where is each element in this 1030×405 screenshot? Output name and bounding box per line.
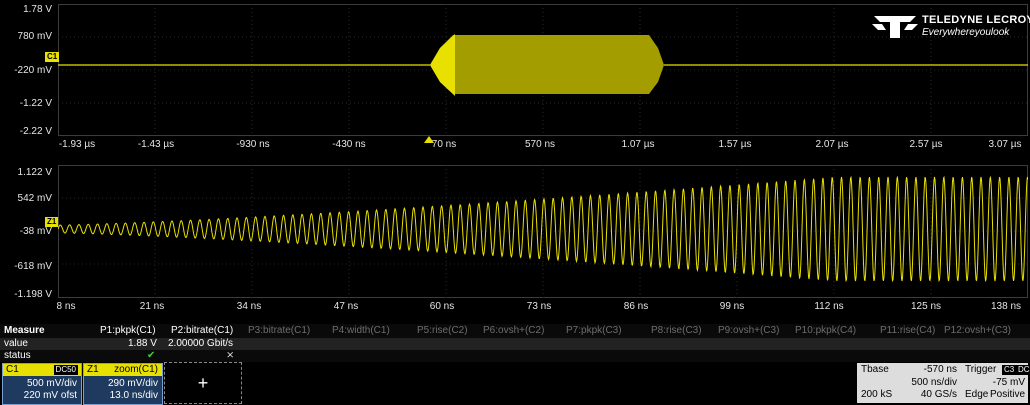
param-p7[interactable]: P7:pkpk(C3) (566, 325, 622, 337)
bottom-channel-tag[interactable]: Z1 (45, 217, 59, 227)
top-x-label: 3.07 µs (988, 139, 1022, 150)
bottom-y-label: 1.122 V (17, 167, 52, 178)
bottom-x-label: 34 ns (236, 301, 262, 312)
z1-vdiv: 290 mV/div (107, 378, 158, 389)
status-row-label: status (4, 350, 31, 361)
bottom-x-label: 112 ns (814, 301, 844, 312)
top-trace-zoom-region (430, 34, 455, 96)
trigger-slope: Positive (989, 389, 1025, 400)
bottom-x-label: 86 ns (623, 301, 649, 312)
top-x-label: 1.57 µs (718, 139, 752, 150)
top-x-label: -1.43 µs (137, 139, 175, 150)
top-x-label: 2.57 µs (909, 139, 943, 150)
z1-tdiv: 13.0 ns/div (109, 390, 158, 401)
top-x-label: 570 ns (524, 139, 556, 150)
param-p12[interactable]: P12:ovsh+(C3) (944, 325, 1011, 337)
c1-descriptor-header: C1 DC50 (3, 364, 81, 376)
param-p11[interactable]: P11:rise(C4) (880, 325, 935, 337)
param-p6[interactable]: P6:ovsh+(C2) (483, 325, 544, 337)
z1-title: zoom(C1) (114, 364, 158, 375)
p1-value: 1.88 V (128, 338, 157, 349)
z1-label: Z1 (87, 364, 99, 375)
timebase-trigger-descriptor[interactable]: Tbase -570 ns Trigger C3 DC 500 ns/div -… (857, 363, 1030, 403)
top-x-label: 2.07 µs (815, 139, 849, 150)
trigger-coupling-badge: DC (1016, 365, 1030, 375)
c1-offset: 220 mV ofst (23, 390, 77, 401)
tbase-value: -570 ns (923, 364, 957, 375)
p2-value: 2.00000 Gbit/s (168, 338, 234, 349)
sample-count: 200 kS (861, 389, 893, 400)
bottom-y-label: -1.198 V (14, 289, 52, 300)
trigger-level: -75 mV (992, 377, 1025, 388)
c1-label: C1 (6, 364, 19, 375)
bottom-x-label: 8 ns (56, 301, 76, 312)
p1-status-check-icon: ✔ (147, 350, 156, 361)
logo-name: TELEDYNE LECROY (922, 14, 1030, 26)
top-y-label: 1.78 V (23, 4, 52, 15)
bottom-grid (58, 165, 1028, 298)
c1-coupling-badge: DC50 (53, 365, 78, 375)
sample-rate: 40 GS/s (920, 389, 957, 400)
measure-header-row: Measure P1:pkpk(C1) P2:bitrate(C1) P3:bi… (0, 325, 1030, 337)
logo-tagline: Everywhereyoulook (922, 27, 1010, 38)
c1-descriptor[interactable]: C1 DC50 500 mV/div 220 mV ofst (2, 363, 82, 405)
param-p1[interactable]: P1:pkpk(C1) (100, 325, 156, 337)
bottom-x-label: 138 ns (990, 301, 1022, 312)
measure-status-row: status ✔ ⨯ (0, 350, 1030, 362)
bottom-x-label: 125 ns (910, 301, 942, 312)
param-p9[interactable]: P9:ovsh+(C3) (718, 325, 779, 337)
teledyne-lecroy-logo: TELEDYNE LECROY Everywhereyoulook (872, 12, 1030, 42)
param-p2[interactable]: P2:bitrate(C1) (171, 325, 233, 337)
bottom-x-label: 47 ns (333, 301, 359, 312)
top-x-label: -1.93 µs (58, 139, 96, 150)
top-y-label: 780 mV (17, 31, 52, 42)
z1-descriptor-header: Z1 zoom(C1) (84, 364, 162, 376)
top-x-label: 70 ns (431, 139, 457, 150)
top-y-label: -2.22 V (19, 126, 52, 137)
tbase-label: Tbase (861, 364, 889, 375)
trigger-label: Trigger (965, 364, 997, 375)
param-p3[interactable]: P3:bitrate(C1) (248, 325, 310, 337)
top-y-label: -1.22 V (19, 98, 52, 109)
param-p4[interactable]: P4:width(C1) (332, 325, 390, 337)
param-p8[interactable]: P8:rise(C3) (651, 325, 702, 337)
logo-icon (872, 16, 918, 38)
bottom-x-label: 21 ns (139, 301, 165, 312)
measure-value-row: value 1.88 V 2.00000 Gbit/s (0, 338, 1030, 350)
measure-table[interactable]: Measure P1:pkpk(C1) P2:bitrate(C1) P3:bi… (0, 324, 1030, 362)
top-y-label: -220 mV (14, 65, 52, 76)
z1-descriptor[interactable]: Z1 zoom(C1) 290 mV/div 13.0 ns/div (83, 363, 163, 405)
trigger-source-badge: C3 (1002, 365, 1017, 375)
trigger-type: Edge (965, 389, 989, 400)
bottom-y-label: 542 mV (17, 193, 52, 204)
bottom-y-label: -618 mV (14, 261, 52, 272)
top-trace-burst (430, 35, 664, 94)
top-x-label: -930 ns (236, 139, 270, 150)
measure-title: Measure (4, 325, 45, 336)
value-row-label: value (4, 338, 28, 349)
param-p10[interactable]: P10:pkpk(C4) (795, 325, 856, 337)
bottom-x-label: 73 ns (526, 301, 552, 312)
c1-vdiv: 500 mV/div (26, 378, 77, 389)
time-per-div: 500 ns/div (911, 377, 957, 388)
top-channel-tag[interactable]: C1 (45, 52, 60, 62)
param-p5[interactable]: P5:rise(C2) (417, 325, 468, 337)
top-x-label: -430 ns (332, 139, 366, 150)
bottom-y-label: -38 mV (19, 226, 52, 237)
p2-status-hourglass-icon: ⨯ (226, 350, 235, 361)
bottom-x-label: 60 ns (429, 301, 455, 312)
bottom-x-label: 99 ns (719, 301, 745, 312)
top-x-label: 1.07 µs (621, 139, 655, 150)
add-trace-button[interactable]: + (164, 362, 242, 404)
